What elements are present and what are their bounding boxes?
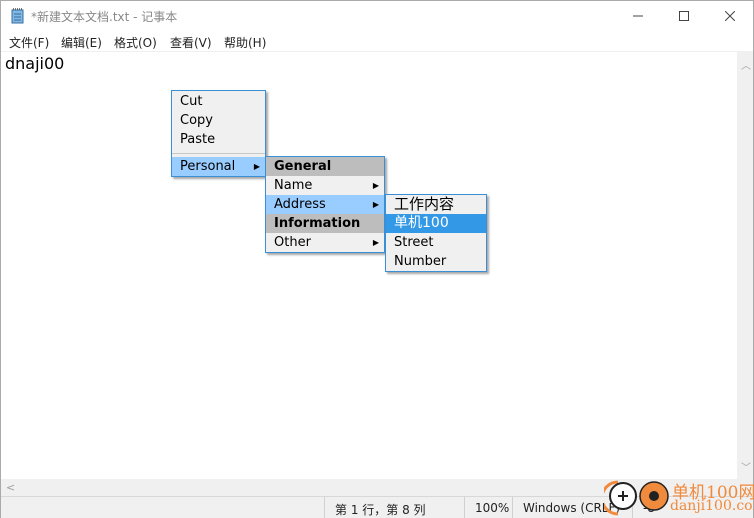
submenu-arrow-icon: ▶ xyxy=(372,200,379,209)
cursor-position: 第 1 行，第 8 列 xyxy=(324,497,464,518)
menu-help[interactable]: 帮助(H) xyxy=(224,34,266,51)
zoom-level: 100% xyxy=(464,497,512,518)
maximize-button[interactable] xyxy=(661,1,707,31)
menu-separator xyxy=(172,153,265,154)
text-editor[interactable]: dnaji00 xyxy=(1,51,737,479)
maximize-icon xyxy=(679,11,689,21)
menu-view[interactable]: 查看(V) xyxy=(170,34,212,51)
notepad-icon xyxy=(11,8,24,24)
minimize-button[interactable] xyxy=(615,1,661,31)
menu-bar: 文件(F) 编辑(E) 格式(O) 查看(V) 帮助(H) xyxy=(1,31,753,51)
menu-item-label: Name xyxy=(274,178,313,193)
menu-item-danji100[interactable]: 单机100 xyxy=(386,214,486,233)
watermark-logo-icon xyxy=(604,480,669,516)
address-submenu: 工作内容 单机100 Street Number xyxy=(385,194,487,272)
menu-item-label: 工作内容 xyxy=(394,195,455,213)
notepad-window: *新建文本文档.txt - 记事本 文件(F) 编辑(E) 格式(O) 查看(V… xyxy=(0,0,754,518)
menu-item-label: Street xyxy=(394,235,434,250)
menu-item-label: Personal xyxy=(180,159,236,174)
menu-edit[interactable]: 编辑(E) xyxy=(61,34,102,51)
menu-file[interactable]: 文件(F) xyxy=(9,34,49,51)
menu-item-number[interactable]: Number xyxy=(386,252,486,271)
context-menu: Cut Copy Paste Personal ▶ xyxy=(171,90,266,177)
menu-header-general: General xyxy=(266,157,384,176)
menu-item-label: Paste xyxy=(180,132,216,147)
menu-header-label: Information xyxy=(274,216,361,231)
submenu-arrow-icon: ▶ xyxy=(372,181,379,190)
menu-item-copy[interactable]: Copy xyxy=(172,111,265,130)
menu-item-label: Cut xyxy=(180,94,203,109)
menu-format[interactable]: 格式(O) xyxy=(114,34,157,51)
menu-item-label: Address xyxy=(274,197,326,212)
editor-content: dnaji00 xyxy=(5,54,65,73)
watermark-url: danji100.com xyxy=(670,498,754,514)
menu-item-name[interactable]: Name ▶ xyxy=(266,176,384,195)
menu-item-cut[interactable]: Cut xyxy=(172,92,265,111)
menu-header-label: General xyxy=(274,159,332,174)
minimize-icon xyxy=(633,15,643,17)
menu-item-label: Copy xyxy=(180,113,213,128)
window-title: *新建文本文档.txt - 记事本 xyxy=(31,10,178,24)
menu-item-paste[interactable]: Paste xyxy=(172,130,265,149)
menu-item-other[interactable]: Other ▶ xyxy=(266,233,384,252)
menu-item-label: Number xyxy=(394,254,447,269)
scroll-down-icon[interactable]: ﹀ xyxy=(741,459,751,474)
submenu-arrow-icon: ▶ xyxy=(372,238,379,247)
title-bar[interactable]: *新建文本文档.txt - 记事本 xyxy=(1,1,753,31)
watermark: 单机100网 danji100.com xyxy=(604,476,754,518)
close-icon xyxy=(725,11,735,21)
scroll-up-icon[interactable]: ︿ xyxy=(741,57,751,72)
menu-item-address[interactable]: Address ▶ xyxy=(266,195,384,214)
vertical-scrollbar[interactable]: ︿ ﹀ xyxy=(737,51,753,479)
menu-item-personal[interactable]: Personal ▶ xyxy=(172,157,265,176)
scroll-left-icon[interactable]: < xyxy=(6,481,15,494)
personal-submenu: General Name ▶ Address ▶ Information Other… xyxy=(265,156,385,253)
close-button[interactable] xyxy=(707,1,753,31)
menu-item-label: Other xyxy=(274,235,311,250)
menu-item-work-content[interactable]: 工作内容 xyxy=(386,195,486,214)
submenu-arrow-icon: ▶ xyxy=(253,162,260,171)
menu-item-label: 单机100 xyxy=(394,215,449,231)
menu-item-street[interactable]: Street xyxy=(386,233,486,252)
menu-header-information: Information xyxy=(266,214,384,233)
